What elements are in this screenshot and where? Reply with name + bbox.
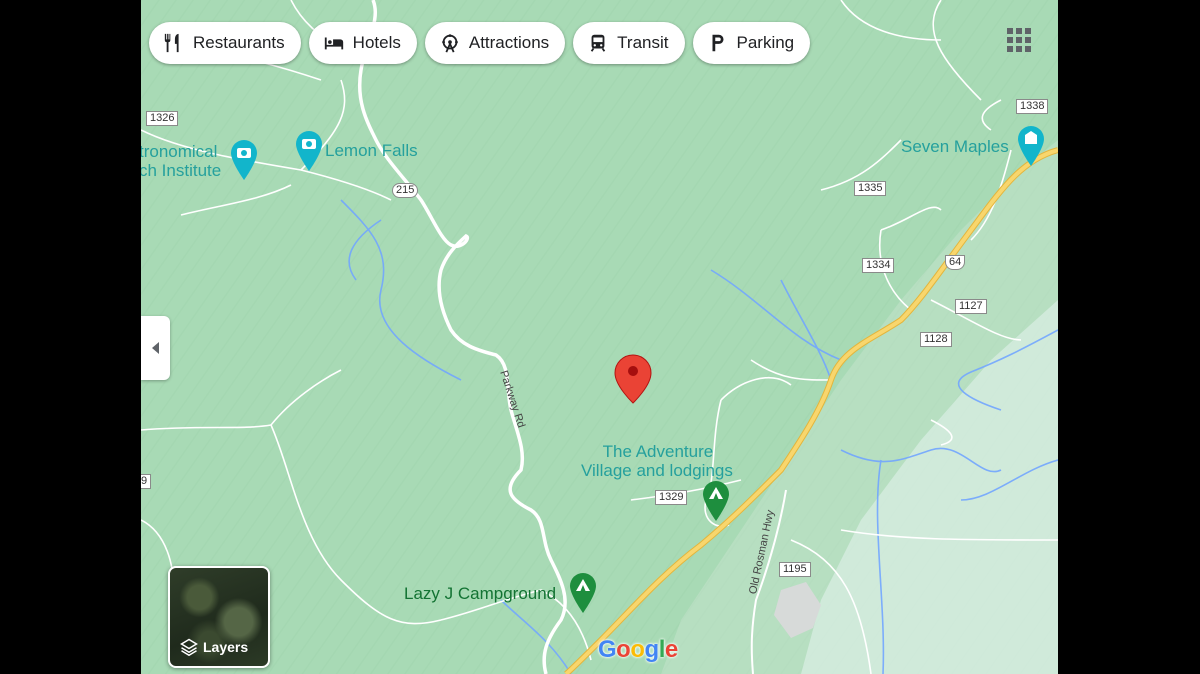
transit-chip[interactable]: Transit <box>573 22 685 64</box>
camera-poi-icon[interactable] <box>296 131 322 171</box>
attractions-label: Attractions <box>468 33 550 52</box>
place-astronomical-line1: tronomical <box>141 142 218 161</box>
place-lemon-falls[interactable]: Lemon Falls <box>325 141 418 160</box>
google-letter: G <box>598 636 617 663</box>
road-shield-64: 64 <box>945 255 966 270</box>
layers-button[interactable]: Layers <box>168 566 270 668</box>
campground-poi-icon[interactable] <box>703 481 729 521</box>
road-shield-1195: 1195 <box>779 562 811 577</box>
google-letter: g <box>644 636 660 663</box>
road-shield-1338: 1338 <box>1016 99 1049 114</box>
hotels-chip[interactable]: Hotels <box>308 22 417 64</box>
restaurants-label: Restaurants <box>193 33 285 52</box>
layers-label: Layers <box>203 639 249 655</box>
location-pin-icon[interactable] <box>614 354 652 404</box>
place-seven-maples[interactable]: Seven Maples <box>901 137 1009 156</box>
layers-label-group: Layers <box>180 638 248 656</box>
google-logo: Google <box>598 636 678 664</box>
transit-icon <box>590 34 606 52</box>
layers-icon <box>180 638 198 656</box>
transit-label: Transit <box>617 33 669 52</box>
road-shield-1335: 1335 <box>854 181 887 196</box>
map-canvas[interactable]: Restaurants Hotels Attractions Transit P… <box>141 0 1058 674</box>
hotel-icon <box>324 37 343 50</box>
parking-chip[interactable]: Parking <box>692 22 811 64</box>
place-adventure-village-line2: Village and lodgings <box>581 461 733 480</box>
road-shield-edge: 9 <box>141 474 152 489</box>
camera-poi-icon[interactable] <box>231 140 257 180</box>
road-shield-215: 215 <box>392 183 419 198</box>
attractions-chip[interactable]: Attractions <box>424 22 566 64</box>
place-astronomical-line2: ch Institute <box>141 161 222 180</box>
google-letter: o <box>616 636 631 663</box>
attractions-icon <box>442 34 458 53</box>
chevron-left-icon <box>151 342 159 354</box>
place-adventure-village[interactable]: The Adventure Village and lodgings <box>581 442 733 480</box>
google-letter: o <box>630 636 645 663</box>
attraction-poi-icon[interactable] <box>1018 126 1044 166</box>
road-shield-1334: 1334 <box>862 258 895 273</box>
collapse-side-panel-button[interactable] <box>141 316 170 380</box>
campground-poi-icon[interactable] <box>570 573 596 613</box>
filter-chip-row: Restaurants Hotels Attractions Transit P… <box>149 22 811 64</box>
road-shield-1329: 1329 <box>655 490 688 505</box>
parking-label: Parking <box>736 33 795 52</box>
place-astronomical[interactable]: tronomical ch Institute <box>141 142 221 180</box>
place-adventure-village-line1: The Adventure <box>602 442 714 461</box>
road-shield-1127: 1127 <box>955 299 987 314</box>
place-lazy-j-campground[interactable]: Lazy J Campground <box>404 584 556 603</box>
road-shield-1326: 1326 <box>146 111 179 126</box>
road-shield-1128: 1128 <box>920 332 952 347</box>
apps-grid-icon[interactable] <box>1007 28 1031 52</box>
restaurant-icon <box>164 33 179 53</box>
hotels-label: Hotels <box>352 33 401 52</box>
parking-icon <box>712 34 723 52</box>
restaurants-chip[interactable]: Restaurants <box>149 22 301 64</box>
google-letter: e <box>664 636 678 663</box>
